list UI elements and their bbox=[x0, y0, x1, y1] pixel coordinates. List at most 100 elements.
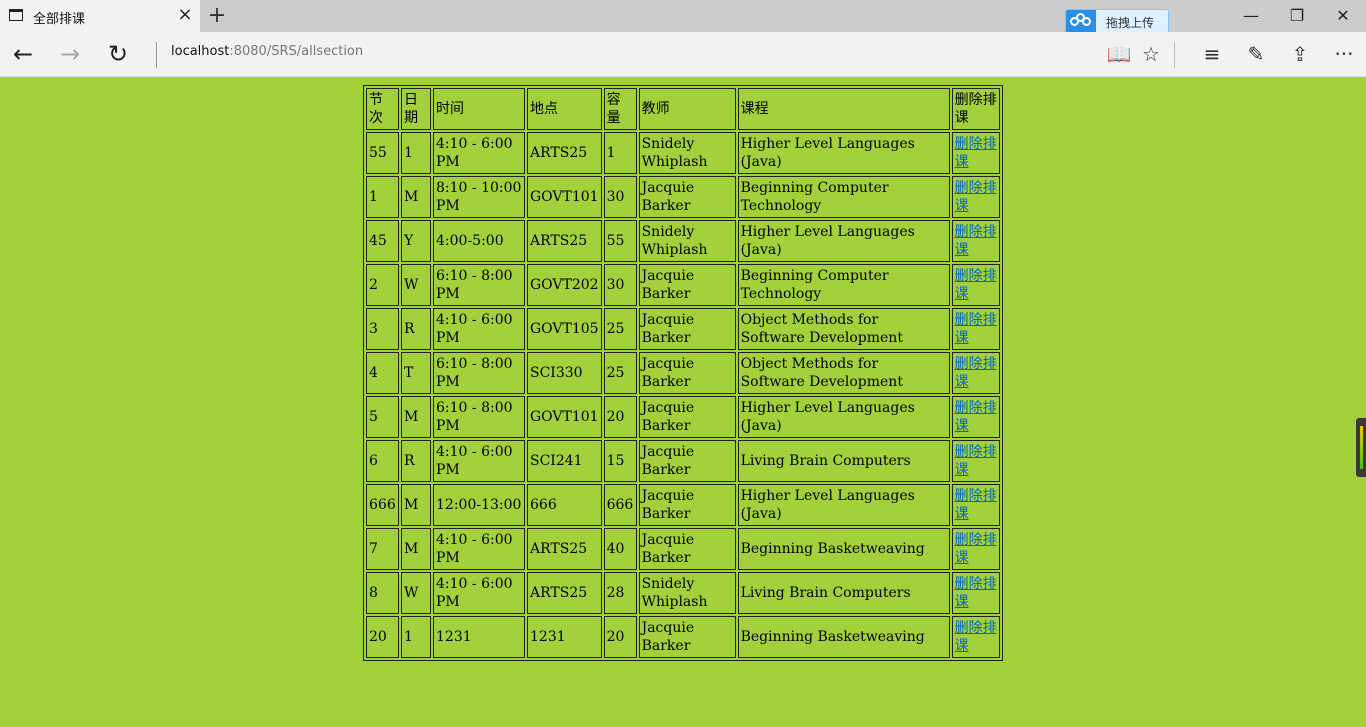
cell-location: SCI241 bbox=[527, 440, 602, 482]
cell-capacity: 25 bbox=[603, 352, 637, 394]
cell-delete: 删除排课 bbox=[951, 264, 1000, 306]
cell-teacher: Jacquie Barker bbox=[638, 176, 736, 218]
cell-period: 20 bbox=[366, 616, 399, 658]
table-header-row: 节次 日期 时间 地点 容量 教师 课程 删除排课 bbox=[366, 88, 1000, 130]
cell-day: 1 bbox=[401, 616, 431, 658]
cell-teacher: Snidely Whiplash bbox=[638, 132, 736, 174]
cell-capacity: 40 bbox=[603, 528, 637, 570]
cell-period: 6 bbox=[366, 440, 399, 482]
delete-section-link[interactable]: 删除排课 bbox=[955, 356, 997, 390]
drag-upload-label: 拖拽上传 bbox=[1106, 16, 1155, 30]
address-bar[interactable]: localhost:8080/SRS/allsection bbox=[171, 44, 363, 59]
cell-period: 1 bbox=[366, 176, 399, 218]
cell-day: T bbox=[401, 352, 431, 394]
cell-day: W bbox=[401, 572, 431, 614]
cell-day: W bbox=[401, 264, 431, 306]
cell-course: Beginning Basketweaving bbox=[737, 616, 950, 658]
cell-capacity: 20 bbox=[603, 396, 637, 438]
cell-delete: 删除排课 bbox=[951, 352, 1000, 394]
cell-period: 2 bbox=[366, 264, 399, 306]
cell-teacher: Jacquie Barker bbox=[638, 616, 736, 658]
refresh-button[interactable]: ↻ bbox=[103, 40, 133, 68]
cell-time: 4:10 - 6:00 PM bbox=[433, 572, 525, 614]
cell-teacher: Jacquie Barker bbox=[638, 308, 736, 350]
back-button[interactable]: ← bbox=[8, 40, 38, 68]
cell-delete: 删除排课 bbox=[951, 484, 1000, 526]
cell-location: ARTS25 bbox=[527, 572, 602, 614]
cell-day: M bbox=[401, 484, 431, 526]
new-tab-button[interactable]: + bbox=[206, 5, 228, 27]
delete-section-link[interactable]: 删除排课 bbox=[955, 576, 997, 610]
cell-teacher: Snidely Whiplash bbox=[638, 220, 736, 262]
cell-time: 4:10 - 6:00 PM bbox=[433, 528, 525, 570]
cell-course: Beginning Computer Technology bbox=[737, 264, 950, 306]
cell-location: GOVT101 bbox=[527, 176, 602, 218]
delete-section-link[interactable]: 删除排课 bbox=[955, 532, 997, 566]
cell-course: Living Brain Computers bbox=[737, 440, 950, 482]
table-row: 666 M 12:00-13:00 666 666 Jacquie Barker Highe… bbox=[366, 484, 1000, 526]
minimize-button[interactable]: — bbox=[1228, 4, 1274, 28]
address-separator bbox=[156, 42, 157, 68]
cell-delete: 删除排课 bbox=[951, 308, 1000, 350]
header-delete: 删除排课 bbox=[951, 88, 1000, 130]
delete-section-link[interactable]: 删除排课 bbox=[955, 620, 997, 654]
cloud-icon bbox=[1066, 10, 1096, 33]
hub-icon[interactable]: ≡ bbox=[1198, 41, 1226, 67]
cell-location: GOVT105 bbox=[527, 308, 602, 350]
more-icon[interactable]: ··· bbox=[1330, 41, 1358, 67]
delete-section-link[interactable]: 删除排课 bbox=[955, 444, 997, 478]
cell-time: 4:10 - 6:00 PM bbox=[433, 132, 525, 174]
cell-time: 12:00-13:00 bbox=[433, 484, 525, 526]
cell-capacity: 30 bbox=[603, 176, 637, 218]
cell-delete: 删除排课 bbox=[951, 616, 1000, 658]
table-row: 6 R 4:10 - 6:00 PM SCI241 15 Jacquie Barker Li… bbox=[366, 440, 1000, 482]
web-notes-icon[interactable]: ✎ bbox=[1242, 41, 1270, 67]
cell-course: Beginning Computer Technology bbox=[737, 176, 950, 218]
cell-period: 666 bbox=[366, 484, 399, 526]
cell-course: Higher Level Languages (Java) bbox=[737, 396, 950, 438]
table-row: 20 1 1231 1231 20 Jacquie Barker Beginning Bas… bbox=[366, 616, 1000, 658]
reading-view-icon[interactable]: 📖 bbox=[1105, 41, 1133, 67]
delete-section-link[interactable]: 删除排课 bbox=[955, 180, 997, 214]
cell-period: 3 bbox=[366, 308, 399, 350]
delete-section-link[interactable]: 删除排课 bbox=[955, 312, 997, 346]
cell-period: 45 bbox=[366, 220, 399, 262]
cell-delete: 删除排课 bbox=[951, 132, 1000, 174]
delete-section-link[interactable]: 删除排课 bbox=[955, 268, 997, 302]
cell-capacity: 15 bbox=[603, 440, 637, 482]
cell-location: SCI330 bbox=[527, 352, 602, 394]
cell-time: 6:10 - 8:00 PM bbox=[433, 352, 525, 394]
header-time: 时间 bbox=[433, 88, 525, 130]
cell-course: Living Brain Computers bbox=[737, 572, 950, 614]
share-icon[interactable]: ⇪ bbox=[1286, 41, 1314, 67]
favorite-star-icon[interactable]: ☆ bbox=[1137, 41, 1165, 67]
cell-day: Y bbox=[401, 220, 431, 262]
toolbar-separator bbox=[1174, 42, 1175, 68]
cell-capacity: 30 bbox=[603, 264, 637, 306]
cell-day: M bbox=[401, 176, 431, 218]
header-period: 节次 bbox=[366, 88, 399, 130]
header-teacher: 教师 bbox=[638, 88, 736, 130]
cell-capacity: 55 bbox=[603, 220, 637, 262]
delete-section-link[interactable]: 删除排课 bbox=[955, 224, 997, 258]
table-row: 7 M 4:10 - 6:00 PM ARTS25 40 Jacquie Barker Be… bbox=[366, 528, 1000, 570]
page-icon bbox=[9, 9, 23, 21]
cell-capacity: 20 bbox=[603, 616, 637, 658]
cell-period: 8 bbox=[366, 572, 399, 614]
side-panel-handle[interactable] bbox=[1356, 418, 1366, 477]
close-window-button[interactable]: ✕ bbox=[1320, 4, 1366, 28]
restore-button[interactable]: ❐ bbox=[1274, 4, 1320, 28]
table-row: 2 W 6:10 - 8:00 PM GOVT202 30 Jacquie Barker B… bbox=[366, 264, 1000, 306]
table-row: 45 Y 4:00-5:00 ARTS25 55 Snidely Whiplash High… bbox=[366, 220, 1000, 262]
cell-time: 6:10 - 8:00 PM bbox=[433, 264, 525, 306]
cell-time: 1231 bbox=[433, 616, 525, 658]
drag-upload-button[interactable]: 拖拽上传 bbox=[1065, 9, 1169, 34]
close-tab-icon[interactable]: × bbox=[176, 6, 194, 24]
cell-capacity: 28 bbox=[603, 572, 637, 614]
browser-tab[interactable]: 全部排课 × bbox=[0, 0, 200, 32]
header-day: 日期 bbox=[401, 88, 431, 130]
delete-section-link[interactable]: 删除排课 bbox=[955, 400, 997, 434]
forward-button[interactable]: → bbox=[55, 40, 85, 68]
delete-section-link[interactable]: 删除排课 bbox=[955, 488, 997, 522]
delete-section-link[interactable]: 删除排课 bbox=[955, 136, 997, 170]
